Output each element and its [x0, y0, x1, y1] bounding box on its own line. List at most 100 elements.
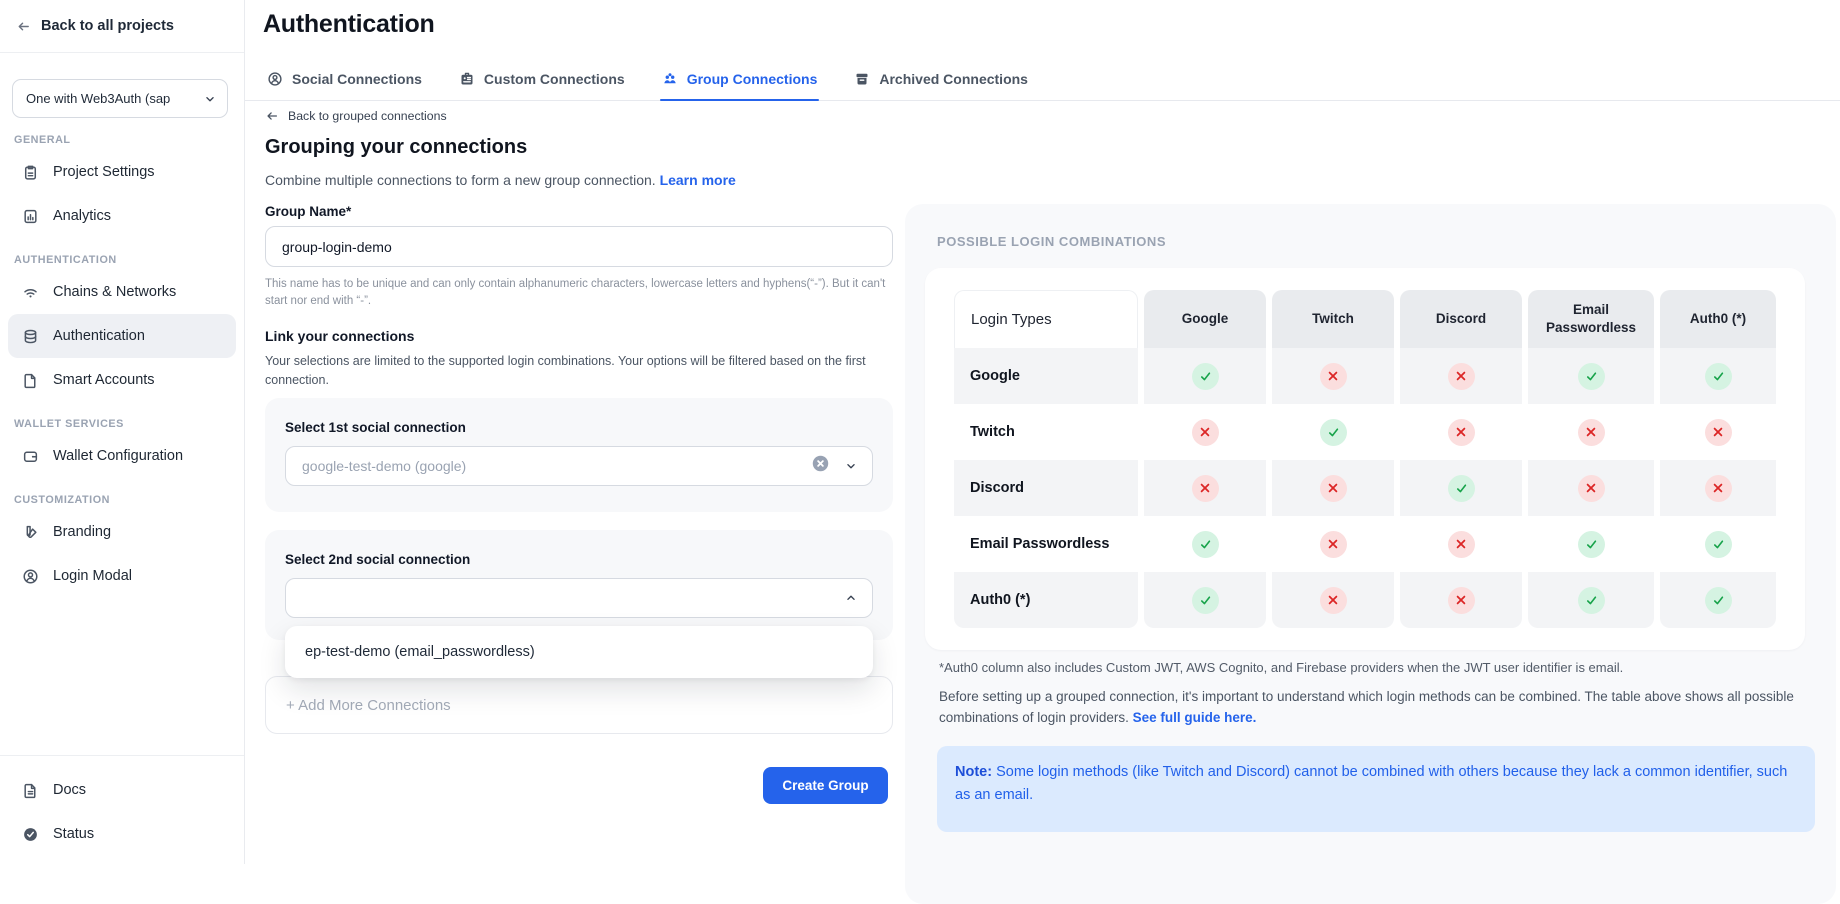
check-icon — [1578, 531, 1605, 558]
second-connection-card: Select 2nd social connection — [265, 530, 893, 640]
create-group-button[interactable]: Create Group — [763, 767, 888, 804]
combo-cell-auth0-email-passwordless — [1528, 572, 1654, 628]
combo-header-login-types: Login Types — [954, 290, 1138, 348]
combo-cell-discord-twitch — [1272, 460, 1394, 516]
select-1st-connection-label: Select 1st social connection — [285, 420, 873, 435]
combo-row-label-twitch: Twitch — [954, 404, 1138, 460]
combo-header-google: Google — [1144, 290, 1266, 348]
sidebar-item-branding[interactable]: Branding — [8, 510, 236, 554]
combinations-heading: POSSIBLE LOGIN COMBINATIONS — [937, 234, 1166, 249]
clear-selection-button[interactable] — [811, 454, 830, 478]
combo-cell-email-passwordless-discord — [1400, 516, 1522, 572]
sidebar-item-label: Chains & Networks — [53, 284, 176, 300]
link-connections-title: Link your connections — [265, 328, 414, 344]
combo-cell-google-twitch — [1272, 348, 1394, 404]
group-name-label: Group Name* — [265, 204, 351, 219]
first-connection-select[interactable]: google-test-demo (google) — [285, 446, 873, 486]
main-content: Back to grouped connections Grouping you… — [245, 0, 905, 864]
cross-icon — [1320, 587, 1347, 614]
add-more-connections-button[interactable]: + Add More Connections — [265, 676, 893, 734]
sidebar-item-docs[interactable]: Docs — [8, 768, 236, 812]
sidebar-item-label: Docs — [53, 782, 86, 798]
back-to-all-projects-link[interactable]: Back to all projects — [0, 0, 244, 52]
sidebar-section-label: WALLET SERVICES — [0, 414, 244, 434]
note-label: Note: — [955, 764, 992, 780]
combo-cell-email-passwordless-auth0 — [1660, 516, 1776, 572]
learn-more-link[interactable]: Learn more — [660, 172, 736, 188]
connection-dropdown-menu: ep-test-demo (email_passwordless) — [285, 626, 873, 678]
combo-cell-twitch-twitch — [1272, 404, 1394, 460]
sidebar-item-label: Login Modal — [53, 568, 132, 584]
sidebar-item-label: Smart Accounts — [53, 372, 155, 388]
back-to-grouped-connections-link[interactable]: Back to grouped connections — [265, 109, 447, 123]
clipboard-icon — [22, 164, 39, 181]
cross-icon — [1320, 531, 1347, 558]
combo-cell-auth0-discord — [1400, 572, 1522, 628]
project-selector-dropdown[interactable]: One with Web3Auth (sap — [12, 79, 228, 118]
back-to-all-projects-label: Back to all projects — [41, 18, 174, 34]
combinations-description: Before setting up a grouped connection, … — [939, 686, 1795, 728]
sidebar-item-login-modal[interactable]: Login Modal — [8, 554, 236, 598]
combo-header-twitch: Twitch — [1272, 290, 1394, 348]
form-subtitle: Combine multiple connections to form a n… — [265, 172, 736, 188]
sidebar-section-label: AUTHENTICATION — [0, 250, 244, 270]
combinations-table: Login TypesGoogleTwitchDiscordEmail Pass… — [951, 290, 1779, 628]
combo-cell-google-discord — [1400, 348, 1522, 404]
sidebar-item-wallet-configuration[interactable]: Wallet Configuration — [8, 434, 236, 478]
brush-icon — [22, 524, 39, 541]
sidebar-item-label: Wallet Configuration — [53, 448, 183, 464]
sidebar-footer: Docs Status — [0, 755, 244, 864]
sidebar-item-chains-networks[interactable]: Chains & Networks — [8, 270, 236, 314]
cross-icon — [1448, 531, 1475, 558]
login-combinations-panel: POSSIBLE LOGIN COMBINATIONS Login TypesG… — [905, 204, 1836, 904]
first-connection-value: google-test-demo (google) — [302, 458, 811, 474]
chevron-down-icon — [844, 459, 858, 473]
cross-icon — [1448, 419, 1475, 446]
second-connection-select[interactable] — [285, 578, 873, 618]
check-icon — [1192, 587, 1219, 614]
sidebar-item-authentication[interactable]: Authentication — [8, 314, 236, 358]
sidebar-item-analytics[interactable]: Analytics — [8, 194, 236, 238]
cross-icon — [1320, 363, 1347, 390]
combo-row-label-discord: Discord — [954, 460, 1138, 516]
combo-cell-twitch-google — [1144, 404, 1266, 460]
sidebar-divider — [0, 52, 244, 53]
combo-cell-discord-email-passwordless — [1528, 460, 1654, 516]
sidebar-item-status[interactable]: Status — [8, 812, 236, 856]
check-icon — [1192, 363, 1219, 390]
check-icon — [1320, 419, 1347, 446]
chart-icon — [22, 208, 39, 225]
sidebar-item-smart-accounts[interactable]: Smart Accounts — [8, 358, 236, 402]
combo-cell-email-passwordless-email-passwordless — [1528, 516, 1654, 572]
dropdown-option-ep-test-demo[interactable]: ep-test-demo (email_passwordless) — [285, 632, 873, 672]
cross-icon — [1448, 587, 1475, 614]
combinations-card: Login TypesGoogleTwitchDiscordEmail Pass… — [925, 268, 1805, 650]
combinations-description-text: Before setting up a grouped connection, … — [939, 689, 1794, 725]
back-to-grouped-connections-label: Back to grouped connections — [288, 109, 447, 123]
combo-header-email-passwordless: Email Passwordless — [1528, 290, 1654, 348]
cross-icon — [1192, 419, 1219, 446]
status-check-icon — [22, 826, 39, 843]
combo-header-discord: Discord — [1400, 290, 1522, 348]
full-guide-link[interactable]: See full guide here. — [1133, 710, 1257, 725]
combo-cell-discord-discord — [1400, 460, 1522, 516]
combo-cell-email-passwordless-google — [1144, 516, 1266, 572]
sidebar-section-wallet-services: WALLET SERVICES Wallet Configuration — [0, 414, 244, 478]
group-name-input[interactable] — [265, 226, 893, 267]
combo-cell-twitch-email-passwordless — [1528, 404, 1654, 460]
sidebar-item-label: Branding — [53, 524, 111, 540]
sidebar-item-project-settings[interactable]: Project Settings — [8, 150, 236, 194]
cross-icon — [1705, 475, 1732, 502]
note-text: Some login methods (like Twitch and Disc… — [955, 764, 1787, 803]
sidebar-section-authentication: AUTHENTICATION Chains & Networks Authentic… — [0, 250, 244, 402]
check-icon — [1705, 531, 1732, 558]
file-icon — [22, 372, 39, 389]
combo-cell-email-passwordless-twitch — [1272, 516, 1394, 572]
combo-cell-auth0-twitch — [1272, 572, 1394, 628]
combo-cell-google-email-passwordless — [1528, 348, 1654, 404]
check-icon — [1192, 531, 1219, 558]
sidebar-item-label: Project Settings — [53, 164, 155, 180]
user-circle-icon — [22, 568, 39, 585]
combo-cell-twitch-auth0 — [1660, 404, 1776, 460]
auth0-footnote: *Auth0 column also includes Custom JWT, … — [939, 660, 1799, 675]
